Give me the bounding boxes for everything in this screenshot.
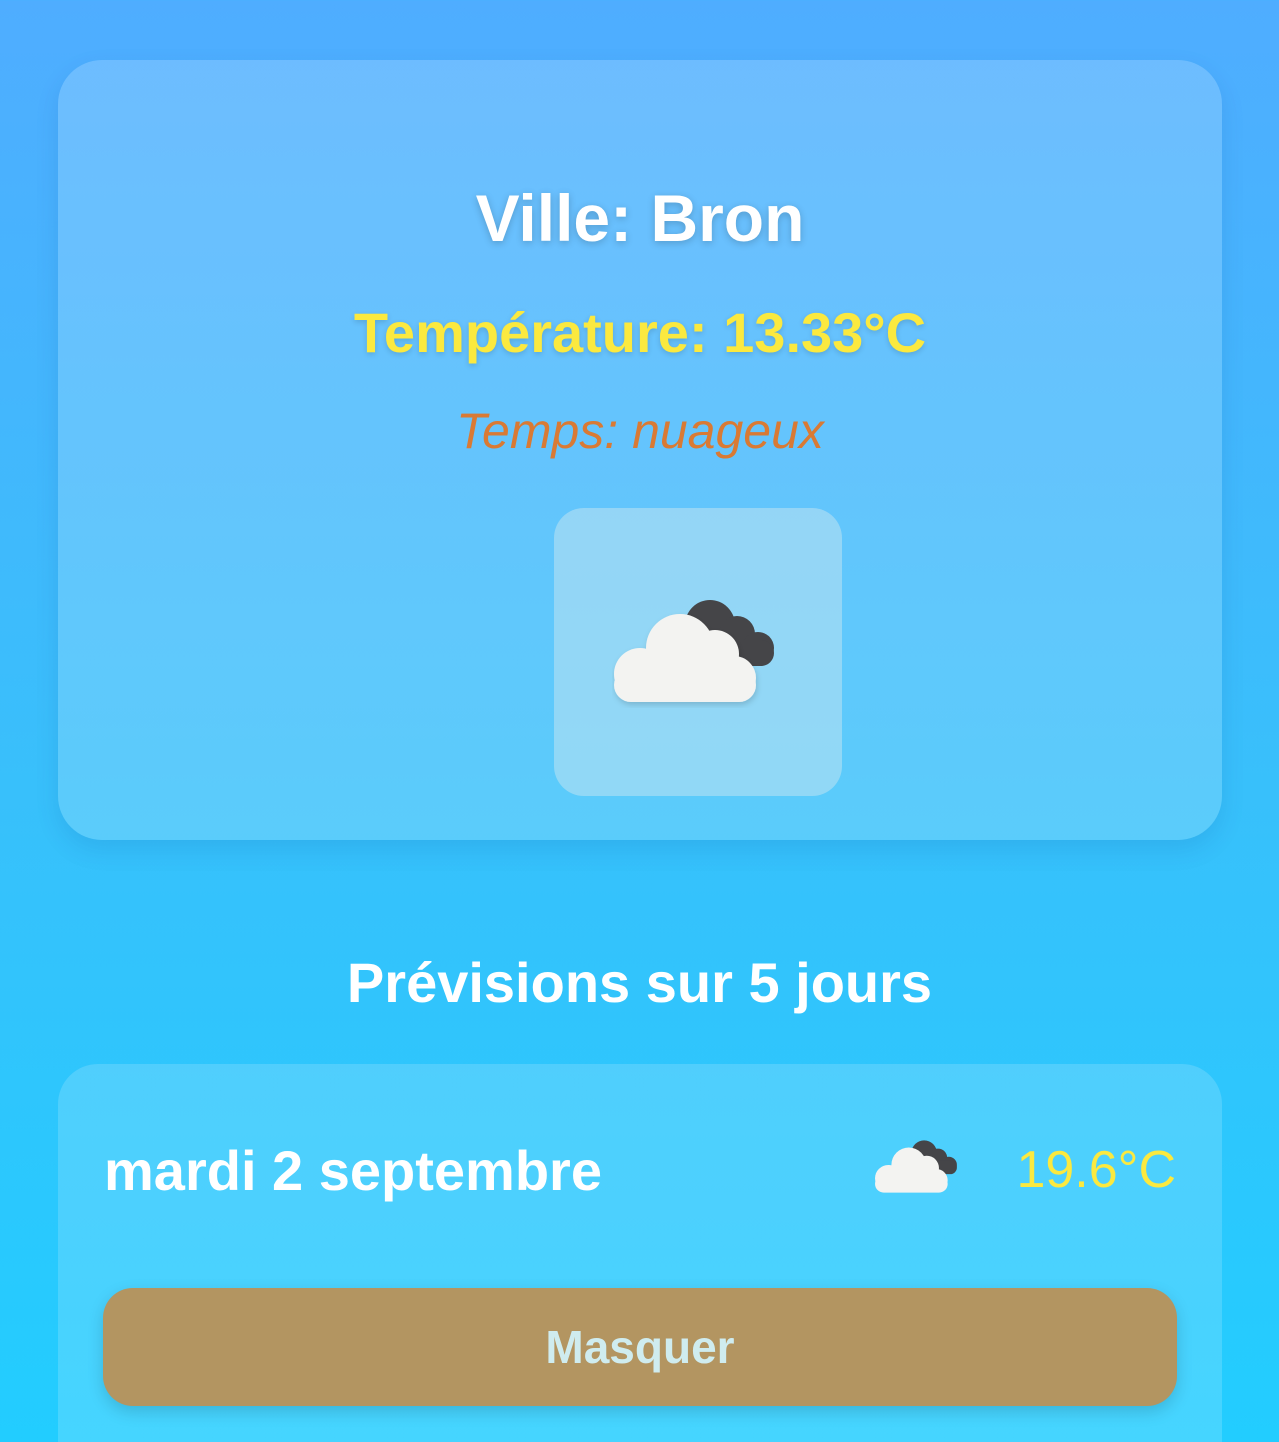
hide-button[interactable]: Masquer bbox=[103, 1288, 1177, 1406]
current-weather-card: Ville: Bron Température: 13.33°C Temps: … bbox=[58, 60, 1222, 840]
weather-icon-box bbox=[554, 508, 842, 796]
forecast-day-temperature: 19.6°C bbox=[1016, 1141, 1176, 1199]
weather-condition: Temps: nuageux bbox=[456, 403, 824, 459]
city-name: Ville: Bron bbox=[475, 181, 805, 255]
broken-clouds-icon bbox=[614, 600, 774, 702]
broken-clouds-icon bbox=[875, 1140, 957, 1193]
current-temperature: Température: 13.33°C bbox=[353, 301, 927, 364]
forecast-title: Prévisions sur 5 jours bbox=[346, 951, 933, 1014]
forecast-day-date: mardi 2 septembre bbox=[104, 1139, 602, 1202]
